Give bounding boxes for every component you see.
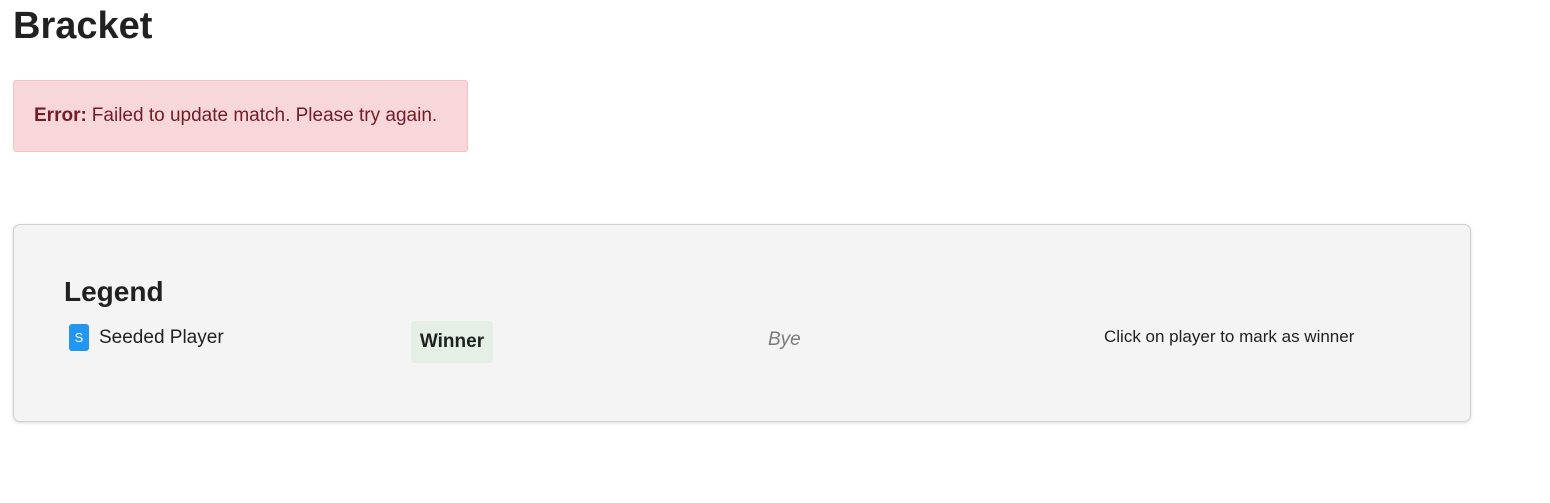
legend-panel: Legend S Seeded Player Winner Bye Click … [13,224,1471,422]
hint-text: Click on player to mark as winner [1104,327,1355,346]
error-label: Error: [34,105,87,126]
winner-label: Winner [419,331,485,352]
error-alert: Error: Failed to update match. Please tr… [13,80,468,152]
bracket-page: Bracket Error: Failed to update match. P… [0,0,1550,503]
legend-item-bye: Bye [768,329,801,351]
seeded-player-label: Seeded Player [99,326,224,348]
seed-badge-icon: S [69,324,89,351]
error-message: Failed to update match. Please try again… [91,105,438,126]
legend-hint: Click on player to mark as winner [1104,327,1354,347]
page-title: Bracket [13,5,153,47]
legend-title: Legend [64,276,164,307]
legend-item-seeded: S Seeded Player [69,324,224,351]
bye-label: Bye [768,329,801,350]
legend-item-winner: Winner [411,321,493,363]
